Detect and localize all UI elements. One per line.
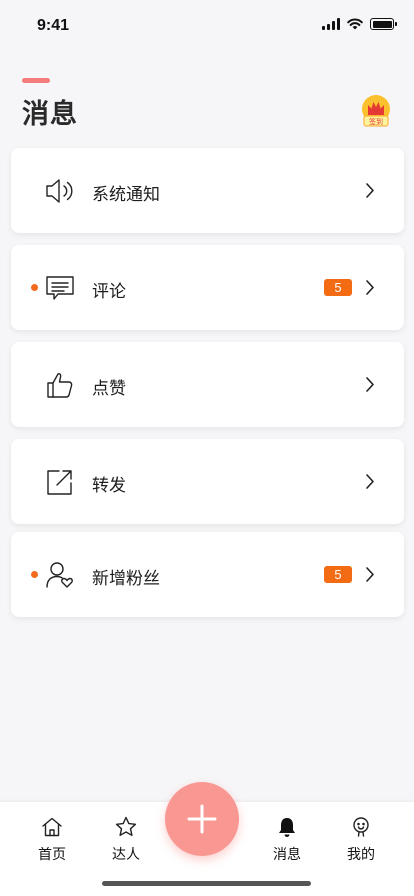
status-bar: 9:41	[0, 0, 414, 50]
tab-profile[interactable]: 我的	[326, 816, 396, 864]
list-item-comments[interactable]: 评论 5	[11, 245, 404, 330]
thumbs-up-icon	[47, 373, 73, 398]
battery-icon	[370, 18, 397, 30]
title-accent-bar	[22, 78, 50, 83]
list-item-system-notice[interactable]: 系统通知	[11, 148, 404, 233]
tab-label: 我的	[347, 847, 375, 863]
tab-label: 消息	[273, 847, 301, 863]
battery-level	[372, 20, 392, 28]
sign-badge-text: 签到	[369, 117, 383, 126]
bell-icon	[279, 818, 295, 837]
count-badge: 5	[324, 566, 352, 583]
tab-label: 达人	[112, 847, 140, 863]
plus-icon	[187, 804, 217, 834]
list-item-new-followers[interactable]: 新增粉丝 5	[11, 532, 404, 617]
item-label: 评论	[92, 282, 126, 302]
tab-label: 首页	[38, 847, 66, 863]
home-indicator	[102, 881, 311, 886]
count-badge: 5	[324, 279, 352, 296]
profile-icon	[353, 817, 369, 837]
list-item-likes[interactable]: 点赞	[11, 342, 404, 427]
tab-messages[interactable]: 消息	[252, 816, 322, 864]
page-title: 消息	[22, 99, 78, 130]
unread-dot	[31, 571, 38, 578]
item-label: 点赞	[92, 379, 126, 399]
create-fab-button[interactable]	[165, 782, 239, 856]
chevron-right-icon	[366, 474, 374, 489]
home-icon	[42, 817, 62, 837]
sign-in-badge-icon[interactable]: 签到	[360, 94, 392, 130]
cellular-signal-icon	[322, 18, 340, 30]
status-icons	[322, 16, 397, 32]
chevron-right-icon	[366, 280, 374, 295]
list-item-shares[interactable]: 转发	[11, 439, 404, 524]
share-icon	[47, 470, 72, 495]
wifi-icon	[347, 18, 363, 30]
status-time: 9:41	[37, 17, 70, 34]
chevron-right-icon	[366, 183, 374, 198]
follower-icon	[46, 562, 73, 588]
item-label: 转发	[92, 476, 126, 496]
item-label: 系统通知	[92, 185, 160, 205]
item-label: 新增粉丝	[92, 569, 160, 589]
tab-experts[interactable]: 达人	[91, 816, 161, 864]
chevron-right-icon	[366, 377, 374, 392]
comment-icon	[46, 276, 74, 300]
speaker-icon	[46, 179, 73, 203]
unread-dot	[31, 284, 38, 291]
chevron-right-icon	[366, 567, 374, 582]
star-icon	[115, 816, 137, 836]
tab-home[interactable]: 首页	[17, 816, 87, 864]
